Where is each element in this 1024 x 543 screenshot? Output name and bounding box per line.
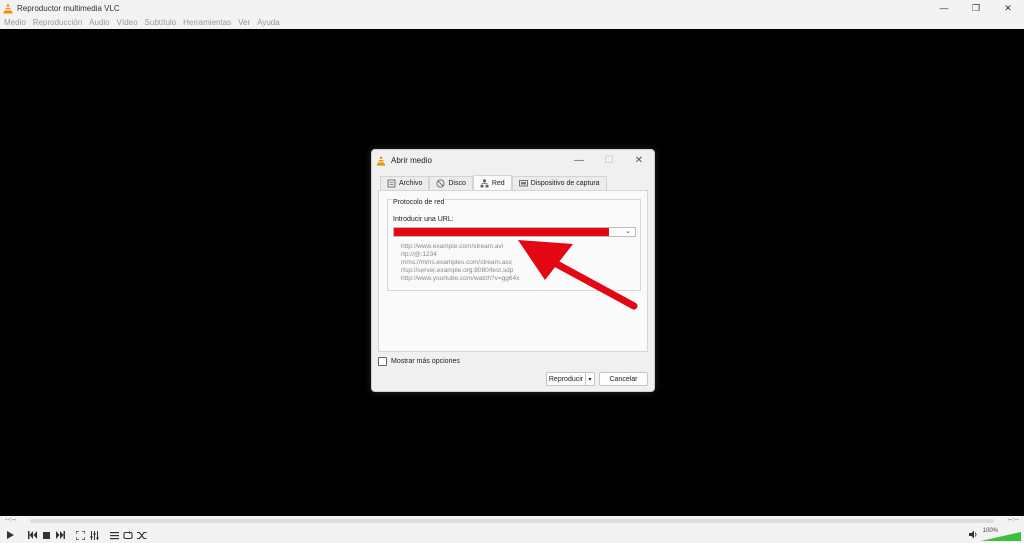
window-title: Reproductor multimedia VLC	[17, 3, 120, 13]
play-dropdown-button[interactable]: ▾	[586, 372, 595, 386]
example-url: http://www.yourtube.com/watch?v=gg64x	[401, 275, 520, 282]
stop-icon[interactable]	[40, 529, 52, 541]
menu-audio[interactable]: Audio	[89, 18, 109, 27]
play-split-button: Reproducir ▾	[546, 372, 595, 386]
menu-video[interactable]: Vídeo	[117, 18, 138, 27]
dialog-maximize-button[interactable]: ☐	[594, 150, 624, 170]
window-controls: — ❐ ✕	[928, 0, 1024, 16]
minimize-button[interactable]: —	[928, 0, 960, 16]
tab-network[interactable]: Red	[472, 175, 512, 190]
loop-icon[interactable]	[122, 529, 134, 541]
capture-device-icon	[518, 180, 528, 187]
group-title: Protocolo de red	[392, 199, 446, 206]
dialog-title-bar: Abrir medio — ☐ ✕	[372, 150, 654, 170]
tab-network-label: Red	[491, 179, 505, 187]
network-icon	[480, 179, 489, 187]
seek-slider[interactable]	[30, 519, 994, 523]
menu-playback[interactable]: Reproducción	[33, 18, 82, 27]
tab-file[interactable]: Archivo	[380, 176, 430, 190]
title-bar: Reproductor multimedia VLC — ❐ ✕	[0, 0, 1024, 16]
time-elapsed: --:--	[5, 517, 17, 524]
network-panel: Protocolo de red Introducir una URL: ⌄ h…	[378, 190, 648, 352]
play-button[interactable]: Reproducir	[546, 372, 586, 386]
play-icon[interactable]	[4, 529, 16, 541]
vlc-cone-icon	[3, 3, 13, 14]
maximize-button[interactable]: ❐	[960, 0, 992, 16]
chevron-down-icon[interactable]: ⌄	[625, 227, 631, 235]
file-icon	[387, 179, 396, 188]
disc-icon	[436, 179, 445, 188]
tab-disc[interactable]: Disco	[429, 176, 473, 190]
example-url: http://www.example.com/stream.avi	[401, 243, 504, 250]
next-icon[interactable]	[54, 529, 66, 541]
menu-tools[interactable]: Herramientas	[183, 18, 231, 27]
playlist-icon[interactable]	[108, 529, 120, 541]
time-total: --:--	[1007, 517, 1019, 524]
show-more-label: Mostrar más opciones	[391, 358, 460, 365]
example-url: rtp://@:1234	[401, 251, 437, 258]
menu-media[interactable]: Medio	[4, 18, 26, 27]
menu-help[interactable]: Ayuda	[257, 18, 280, 27]
fullscreen-icon[interactable]	[74, 529, 86, 541]
volume-icon[interactable]	[969, 530, 978, 541]
control-bar: 100%	[0, 527, 1024, 543]
close-button[interactable]: ✕	[992, 0, 1024, 16]
tab-capture-device-label: Dispositivo de captura	[530, 180, 600, 187]
menu-view[interactable]: Ver	[238, 18, 250, 27]
network-protocol-group: Protocolo de red Introducir una URL: ⌄ h…	[387, 199, 641, 291]
menu-subtitle[interactable]: Subtítulo	[145, 18, 177, 27]
cancel-button[interactable]: Cancelar	[599, 372, 648, 386]
volume-slider[interactable]	[981, 532, 1021, 541]
shuffle-icon[interactable]	[136, 529, 148, 541]
url-label: Introducir una URL:	[393, 216, 454, 223]
dialog-tabs: Archivo Disco Red Dispositivo de captura	[380, 175, 607, 190]
url-input[interactable]: ⌄	[393, 227, 636, 237]
show-more-options[interactable]: Mostrar más opciones	[378, 357, 460, 366]
dialog-close-button[interactable]: ✕	[624, 150, 654, 170]
dialog-minimize-button[interactable]: —	[564, 150, 594, 170]
open-media-dialog: Abrir medio — ☐ ✕ Archivo Disco Red Disp…	[371, 149, 655, 392]
menu-bar: Medio Reproducción Audio Vídeo Subtítulo…	[0, 16, 1024, 29]
dialog-title: Abrir medio	[391, 155, 432, 165]
show-more-checkbox[interactable]	[378, 357, 387, 366]
seek-row: --:-- --:--	[0, 516, 1024, 527]
vlc-cone-icon	[377, 155, 385, 166]
url-examples: http://www.example.com/stream.avi rtp://…	[401, 243, 519, 283]
example-url: rtsp://server.example.org:8080/test.sdp	[401, 267, 514, 274]
tab-disc-label: Disco	[448, 180, 466, 187]
example-url: mms://mms.examples.com/stream.asx	[401, 259, 512, 266]
url-redaction-bar	[394, 228, 609, 236]
dialog-window-controls: — ☐ ✕	[564, 150, 654, 170]
tab-file-label: Archivo	[399, 180, 423, 187]
previous-icon[interactable]	[26, 529, 38, 541]
tab-capture-device[interactable]: Dispositivo de captura	[511, 176, 607, 190]
extended-settings-icon[interactable]	[88, 529, 100, 541]
